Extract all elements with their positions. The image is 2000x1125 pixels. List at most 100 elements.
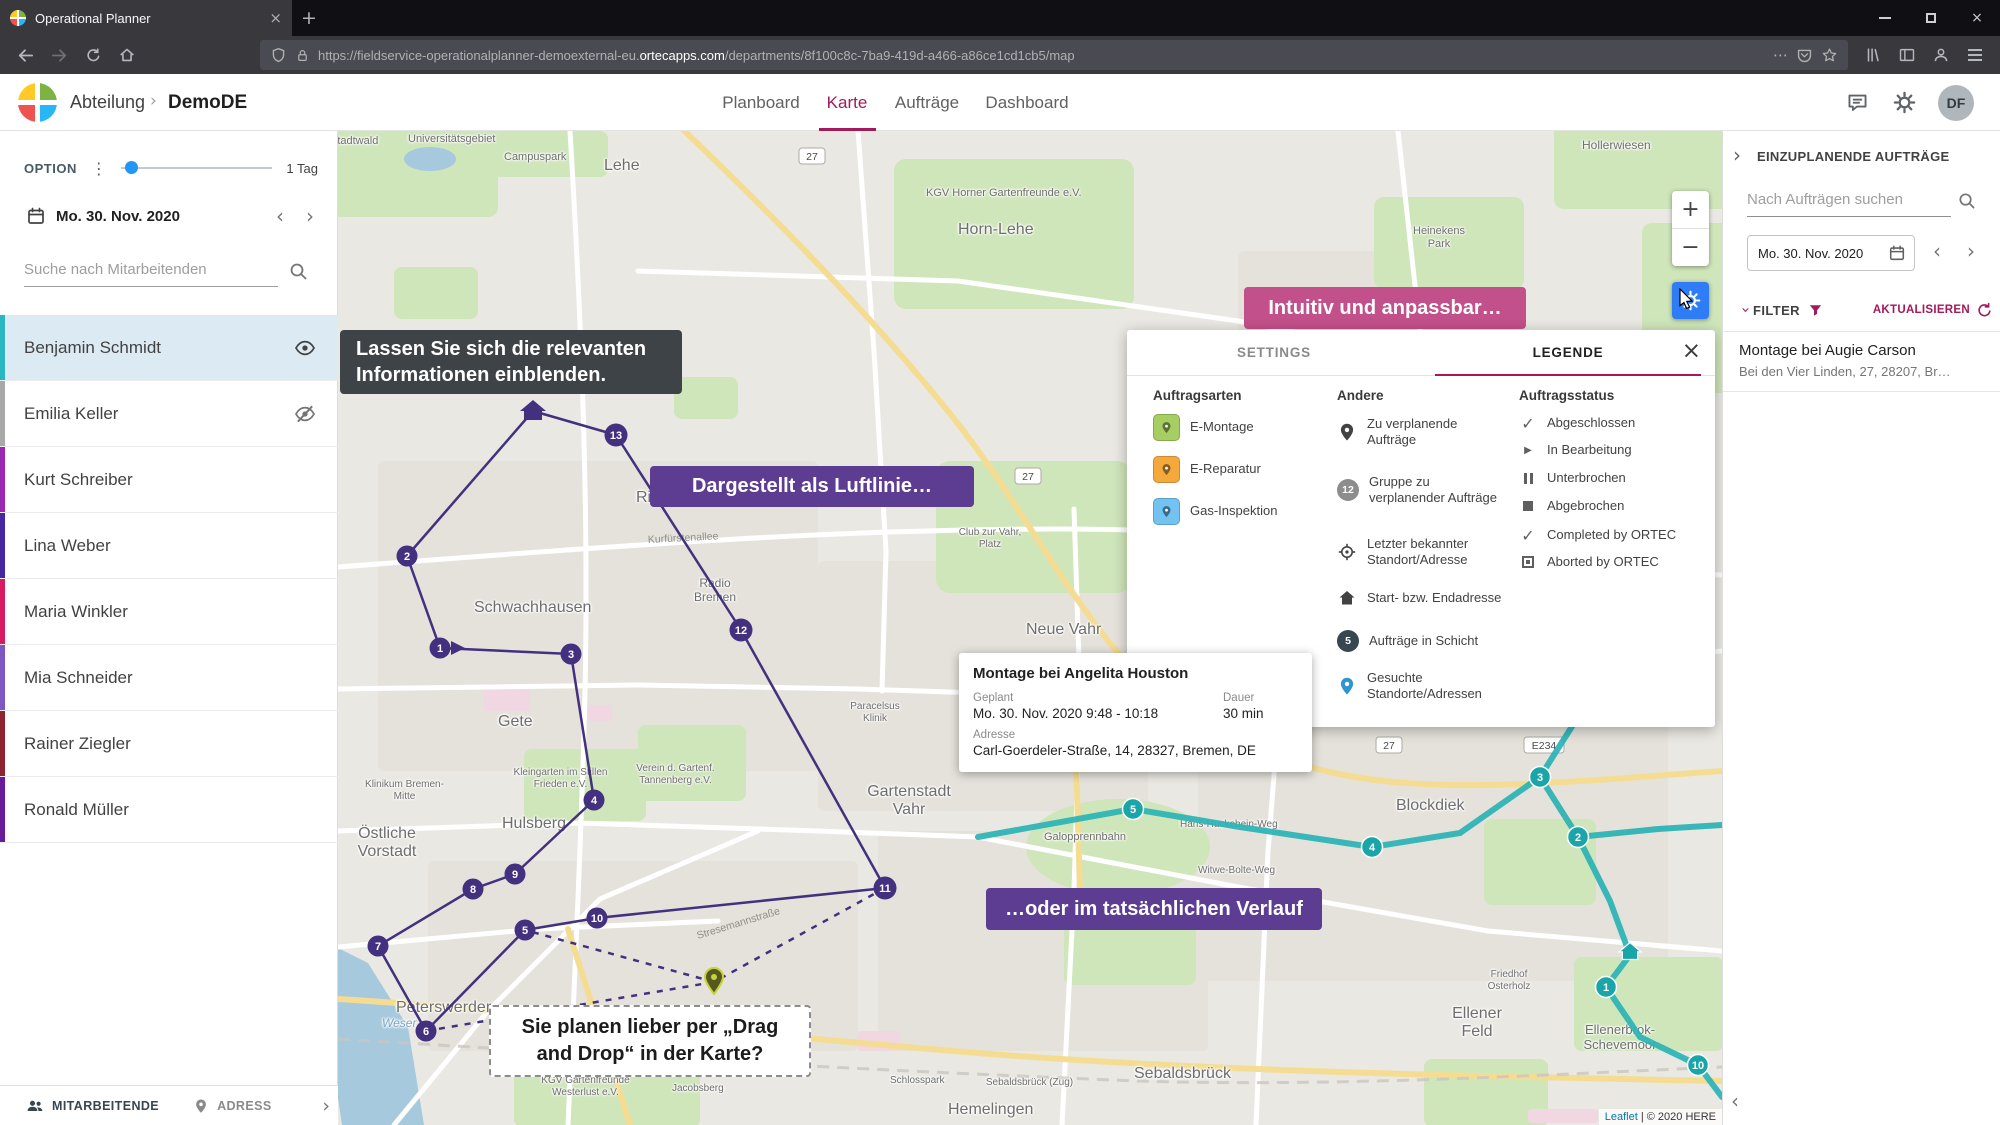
tab-legende[interactable]: LEGENDE [1421,330,1715,375]
route-stop-marker[interactable]: 4 [584,790,605,811]
filter-label[interactable]: FILTER [1753,303,1800,318]
employee-row[interactable]: Rainer Ziegler [0,711,338,777]
refresh-label[interactable]: AKTUALISIEREN [1873,304,1970,316]
library-icon[interactable] [1856,40,1890,70]
avatar[interactable]: DF [1938,85,1974,121]
route-stop-marker[interactable]: 6 [416,1021,437,1042]
employee-row[interactable]: Lina Weber [0,513,338,579]
route-stop-marker[interactable]: 3 [561,644,582,665]
route-stop-marker[interactable]: 2 [397,546,418,567]
home-icon[interactable] [110,40,144,70]
route-stop-marker[interactable]: 3 [1530,767,1551,788]
route-stop-marker[interactable]: 8 [463,879,484,900]
search-icon[interactable] [288,261,308,281]
employee-row[interactable]: Kurt Schreiber [0,447,338,513]
search-icon[interactable] [1957,191,1976,210]
app-logo[interactable] [18,83,57,122]
day-range-slider[interactable] [121,167,273,169]
tab-close-icon[interactable]: × [269,9,282,27]
date-next-icon[interactable]: › [300,206,320,226]
window-close-button[interactable]: × [1954,0,2000,36]
tabs-expand-icon[interactable]: › [322,1095,330,1117]
route-stop-marker[interactable]: 10 [1688,1055,1709,1076]
calendar-icon[interactable] [1888,244,1906,262]
window-minimize-button[interactable] [1862,0,1908,36]
svg-text:4: 4 [1369,842,1376,854]
browser-tab[interactable]: Operational Planner × [0,0,292,36]
back-icon[interactable] [8,40,42,70]
kebab-menu-icon[interactable]: ⋮ [91,159,107,178]
chevron-right-icon: › [150,74,157,129]
map-area[interactable]: 27 27 27 E234 Kurfürstenallee Vahrer Str… [338,131,1722,1125]
employee-row[interactable]: Emilia Keller [0,381,338,447]
department-name[interactable]: DemoDE [168,74,247,131]
nav-dashboard[interactable]: Dashboard [985,74,1068,131]
date-prev-icon[interactable]: ‹ [270,206,290,226]
route-stop-marker[interactable]: 7 [368,936,389,957]
sidebar-date[interactable]: Mo. 30. Nov. 2020 [56,208,260,225]
calendar-icon[interactable] [26,206,46,226]
tab-settings[interactable]: SETTINGS [1127,330,1421,375]
new-tab-button[interactable]: + [292,0,326,36]
route-stop-marker[interactable]: 12 [730,619,753,642]
tab-adressen[interactable]: ADRESS [193,1098,272,1114]
visibility-off-eye-icon[interactable] [294,403,316,425]
date-next-icon[interactable]: › [1961,241,1981,261]
route-stop-marker[interactable]: 5 [515,920,536,941]
order-popup[interactable]: Montage bei Angelita Houston Geplant Mo.… [959,653,1312,772]
crosshair-icon [1337,542,1357,562]
route-stop-marker[interactable]: 5 [1123,799,1144,820]
order-search-input[interactable] [1747,183,1951,217]
route-play-icon[interactable] [451,641,465,655]
date-prev-icon[interactable]: ‹ [1927,241,1947,261]
leaflet-link[interactable]: Leaflet [1605,1111,1638,1123]
stop-icon [1519,501,1537,511]
pocket-icon[interactable] [1796,47,1813,64]
legend-close-icon[interactable]: × [1682,338,1701,364]
route-stop-marker[interactable]: 4 [1362,837,1383,858]
zoom-out-button[interactable]: − [1672,229,1709,266]
bookmark-star-icon[interactable] [1821,47,1838,64]
lock-icon[interactable] [295,48,310,63]
funnel-icon[interactable] [1808,303,1823,318]
settings-gear-icon[interactable] [1893,91,1916,114]
account-icon[interactable] [1924,40,1958,70]
route-home-marker[interactable] [1619,943,1641,960]
route-stop-marker[interactable]: 10 [587,908,608,929]
sidebar-toggle-icon[interactable] [1890,40,1924,70]
zoom-in-button[interactable]: + [1672,191,1709,228]
forward-icon[interactable] [42,40,76,70]
employee-search-input[interactable] [24,253,278,287]
url-bar[interactable]: https://fieldservice-operationalplanner-… [260,40,1848,70]
route-stop-marker[interactable]: 1 [430,638,451,659]
tab-mitarbeitende[interactable]: MITARBEITENDE [26,1097,159,1115]
searched-location-pin[interactable] [705,968,723,994]
slider-thumb[interactable] [125,161,138,174]
refresh-icon[interactable] [1976,302,1993,319]
order-date-field[interactable]: Mo. 30. Nov. 2020 [1747,235,1915,271]
panel-expand-icon[interactable]: ‹ [1731,1089,1739,1113]
employee-row[interactable]: Mia Schneider [0,645,338,711]
employee-row[interactable]: Maria Winkler [0,579,338,645]
route-stop-marker[interactable]: 9 [505,864,526,885]
visibility-eye-icon[interactable] [294,337,316,359]
panel-collapse-icon[interactable]: › [1733,143,1741,167]
window-restore-button[interactable] [1908,0,1954,36]
route-stop-marker[interactable]: 13 [605,424,628,447]
order-list-item[interactable]: Montage bei Augie Carson Bei den Vier Li… [1723,332,2000,392]
nav-karte[interactable]: Karte [827,74,868,131]
route-stop-marker[interactable]: 11 [874,877,897,900]
nav-planboard[interactable]: Planboard [722,74,800,131]
chevron-down-icon[interactable]: › [1737,307,1755,313]
employee-row[interactable]: Benjamin Schmidt [0,315,338,381]
feedback-icon[interactable] [1846,91,1869,114]
route-stop-marker[interactable]: 2 [1568,827,1589,848]
reload-icon[interactable] [76,40,110,70]
employee-row[interactable]: Ronald Müller [0,777,338,843]
route-stop-marker[interactable]: 1 [1596,977,1617,998]
nav-auftraege[interactable]: Aufträge [895,74,959,131]
route-home-marker[interactable] [520,400,546,420]
menu-icon[interactable] [1958,40,1992,70]
page-actions-icon[interactable]: ⋯ [1773,46,1788,64]
shield-icon[interactable] [270,47,287,64]
